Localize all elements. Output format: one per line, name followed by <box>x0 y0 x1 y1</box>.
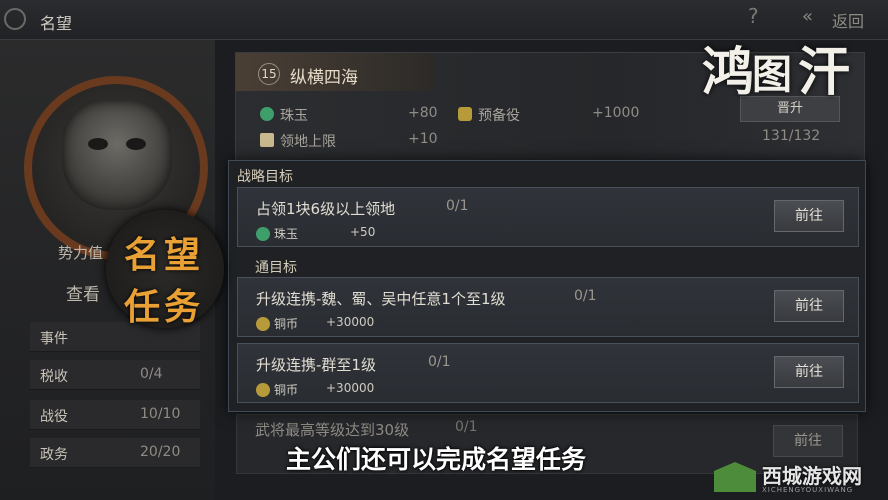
gem-icon <box>260 107 274 121</box>
reward-name: 预备役 <box>478 108 520 124</box>
badge-text-line2: 任务 <box>124 286 205 328</box>
territory-icon <box>260 133 274 147</box>
menu-icon[interactable] <box>4 8 26 30</box>
task-progress: 0/1 <box>446 198 469 214</box>
go-button[interactable]: 前往 <box>773 425 843 457</box>
task-title: 占领1块6级以上领地 <box>256 200 396 218</box>
coin-icon <box>256 317 270 331</box>
reward-value: +80 <box>408 105 438 121</box>
help-icon[interactable]: ? <box>748 4 759 28</box>
task-row: 占领1块6级以上领地 0/1 珠玉 +50 前往 <box>237 187 859 247</box>
back-button[interactable]: 返回 <box>832 8 864 32</box>
badge-text-line1: 名望 <box>124 234 205 276</box>
rank-progress: 131/132 <box>762 128 821 144</box>
stat-label: 政务 <box>40 447 68 463</box>
beast-mask-icon <box>62 100 172 210</box>
stat-label: 事件 <box>40 331 68 347</box>
site-name: 西城游戏网 <box>762 464 862 488</box>
game-logo-char: 图 <box>752 51 792 98</box>
page-title: 名望 <box>40 14 73 33</box>
task-row: 升级连携-群至1级 0/1 铜币 +30000 前往 <box>237 343 859 403</box>
stat-row[interactable]: 税收 0/4 <box>30 360 200 390</box>
task-progress: 0/1 <box>574 288 597 304</box>
reward-value: +50 <box>350 225 376 239</box>
stat-value: 10/10 <box>140 406 181 422</box>
task-title: 升级连携-群至1级 <box>256 356 376 374</box>
task-title: 武将最高等级达到30级 <box>255 421 410 439</box>
coin-icon <box>256 383 270 397</box>
helmet-icon <box>458 107 472 121</box>
go-button[interactable]: 前往 <box>774 356 844 388</box>
section-strategic-goals: 战略目标 <box>237 169 293 185</box>
site-subtitle: XICHENGYOUXIWANG <box>762 486 854 494</box>
top-bar: 名望 ? « 返回 <box>0 0 888 40</box>
task-progress: 0/1 <box>455 419 478 435</box>
video-subtitle: 主公们还可以完成名望任务 <box>286 445 587 474</box>
game-logo-char: 鸿 <box>702 42 755 103</box>
rank-number-badge: 15 <box>258 63 280 85</box>
reward-name: 铜币 <box>274 317 299 331</box>
stat-label: 战役 <box>40 409 68 425</box>
rank-header: 15 纵横四海 <box>236 53 436 91</box>
reward-value: +1000 <box>592 105 640 121</box>
reward-value: +10 <box>408 131 438 147</box>
back-label: 返回 <box>832 12 865 31</box>
gem-icon <box>256 227 270 241</box>
stat-label: 税收 <box>40 369 68 385</box>
faction-value-label: 势力值 <box>58 244 104 262</box>
stat-row[interactable]: 战役 10/10 <box>30 400 200 430</box>
faction-view-link[interactable]: 查看 <box>66 280 100 305</box>
reward-name: 珠玉 <box>280 108 308 124</box>
game-logo-char: 汗 <box>798 42 851 103</box>
reward-name: 领地上限 <box>280 134 336 150</box>
task-title: 升级连携-魏、蜀、吴中任意1个至1级 <box>256 290 506 308</box>
rank-name: 纵横四海 <box>290 68 358 88</box>
stat-row[interactable]: 政务 20/20 <box>30 438 200 468</box>
reward-name: 铜币 <box>274 383 299 397</box>
quest-modal: 战略目标 占领1块6级以上领地 0/1 珠玉 +50 前往 通目标 升级连携-魏… <box>228 160 866 412</box>
section-regular-goals: 通目标 <box>255 260 297 276</box>
go-button[interactable]: 前往 <box>774 290 844 322</box>
stat-value: 20/20 <box>140 444 181 460</box>
go-button[interactable]: 前往 <box>774 200 844 232</box>
reward-value: +30000 <box>326 381 375 395</box>
back-chevron-icon[interactable]: « <box>802 6 813 27</box>
reward-name: 珠玉 <box>274 227 299 241</box>
task-progress: 0/1 <box>428 354 451 370</box>
task-row: 升级连携-魏、蜀、吴中任意1个至1级 0/1 铜币 +30000 前往 <box>237 277 859 337</box>
stat-value: 0/4 <box>140 366 163 382</box>
reward-value: +30000 <box>326 315 375 329</box>
